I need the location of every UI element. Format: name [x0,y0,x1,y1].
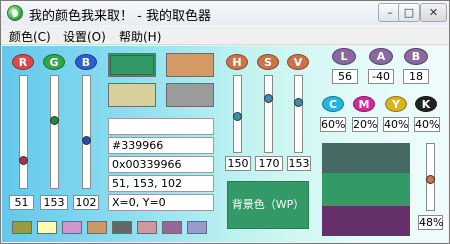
s-channel-button[interactable]: S [257,54,279,70]
v-slider-thumb[interactable] [294,98,303,107]
r-value[interactable]: 51 [9,195,34,210]
hex-value-text[interactable]: 0x00339966 [108,156,214,173]
hex-text[interactable]: #339966 [108,137,214,154]
coordinates-text: X=0, Y=0 [108,194,214,211]
g-channel-button[interactable]: G [43,54,65,70]
current-color-swatch[interactable] [108,53,156,77]
title-bar: 我的颜色我来取！ - 我的取色器 – □ ✕ [1,1,449,25]
recent-color-8[interactable] [187,221,207,234]
recent-color-1[interactable] [12,221,32,234]
r-slider-thumb[interactable] [19,156,28,165]
s-value[interactable]: 170 [255,156,283,171]
window-title: 我的颜色我来取！ - 我的取色器 [29,9,211,24]
picker-panel: R G B 51 153 102 #339966 0x00339966 51, … [2,46,448,242]
lab-b-value[interactable]: 18 [403,69,429,84]
c-channel-button[interactable]: C [322,96,344,112]
s-slider-track[interactable] [264,75,273,153]
info-box-blank[interactable] [108,118,214,135]
shade-swatch-current[interactable] [322,173,410,206]
recent-color-4[interactable] [87,221,107,234]
m-channel-button[interactable]: M [353,96,375,112]
recent-color-6[interactable] [137,221,157,234]
menu-color[interactable]: 颜色(C) [9,28,51,45]
v-slider-track[interactable] [294,75,303,153]
menu-settings[interactable]: 设置(O) [63,28,106,45]
menu-help[interactable]: 帮助(H) [119,28,161,45]
menu-bar: 颜色(C) 设置(O) 帮助(H) [1,25,449,45]
c-value[interactable]: 60% [320,117,346,132]
v-value[interactable]: 153 [287,156,311,171]
recent-color-5[interactable] [112,221,132,234]
shade-swatch-purple[interactable] [322,206,410,236]
h-value[interactable]: 150 [225,156,251,171]
s-slider-thumb[interactable] [264,94,273,103]
rgb-text[interactable]: 51, 153, 102 [108,175,214,192]
lab-b-channel-button[interactable]: B [404,48,428,65]
b-slider-thumb[interactable] [82,136,91,145]
recent-color-3[interactable] [62,221,82,234]
recent-color-7[interactable] [162,221,182,234]
g-value[interactable]: 153 [40,195,68,210]
h-slider-thumb[interactable] [233,112,242,121]
v-channel-button[interactable]: V [287,54,309,70]
y-channel-button[interactable]: Y [385,96,407,112]
k-value[interactable]: 40% [414,117,440,132]
app-leaf-icon [7,5,23,21]
r-channel-button[interactable]: R [12,54,34,70]
k-channel-button[interactable]: K [415,96,437,112]
brightness-slider-thumb[interactable] [426,175,435,184]
h-channel-button[interactable]: H [226,54,248,70]
recent-color-2[interactable] [37,221,57,234]
close-button[interactable]: ✕ [420,3,447,22]
b-channel-button[interactable]: B [75,54,97,70]
shade-swatch-dark[interactable] [322,143,410,173]
g-slider-thumb[interactable] [50,116,59,125]
r-slider-track[interactable] [19,75,28,189]
brightness-value[interactable]: 48% [418,215,443,230]
gray-swatch[interactable] [166,83,214,107]
a-channel-button[interactable]: A [369,48,393,65]
complement-swatch[interactable] [166,53,214,77]
b-slider-track[interactable] [82,75,91,189]
light-swatch[interactable] [108,83,156,107]
main-window: 我的颜色我来取！ - 我的取色器 – □ ✕ 颜色(C) 设置(O) 帮助(H)… [0,0,450,244]
b-value[interactable]: 102 [73,195,99,210]
maximize-button[interactable]: □ [398,3,420,22]
l-channel-button[interactable]: L [332,48,356,65]
y-value[interactable]: 40% [383,117,409,132]
l-value[interactable]: 56 [332,69,358,84]
m-value[interactable]: 20% [352,117,378,132]
g-slider-track[interactable] [50,75,59,189]
background-color-button[interactable]: 背景色（WP） [227,181,309,229]
a-value[interactable]: -40 [368,69,394,84]
